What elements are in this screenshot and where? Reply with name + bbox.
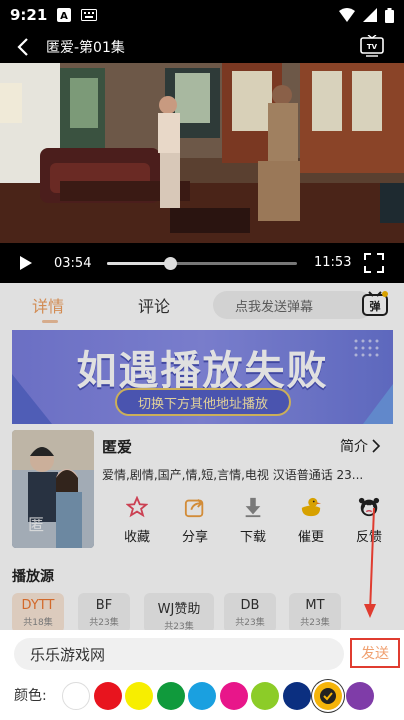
download-button[interactable]: 下载 [224,494,282,550]
source-name: MT [305,598,325,613]
video-frame[interactable] [0,63,404,243]
source-tab-dytt[interactable]: DYTT 共18集 [12,593,64,633]
play-button[interactable] [6,243,46,283]
source-count: 共18集 [23,618,53,628]
favorite-label: 收藏 [123,530,150,545]
tv-cast-icon[interactable]: TV [360,35,384,57]
color-swatch[interactable] [188,682,216,710]
color-swatch[interactable] [93,682,122,710]
duck-icon [301,497,322,517]
source-name: DYTT [21,598,55,613]
show-title: 匿爱 [102,438,133,456]
color-swatch[interactable] [345,682,374,710]
color-swatch[interactable] [251,682,279,710]
danmu-badge: 弹 [370,299,381,313]
show-info: 匿 匿爱 简介 爱情,剧情,国产,情,短,言情,电视 汉语普通话 23... 收… [12,430,393,550]
danmu-send-field[interactable]: 点我发送弹幕 [213,291,373,319]
feedback-button[interactable]: 反馈 [340,494,398,550]
urge-update-button[interactable]: 催更 [282,494,340,550]
share-button[interactable]: 分享 [166,494,224,550]
urge-update-label: 催更 [297,530,324,545]
svg-text:A: A [60,11,68,22]
source-tab-wj[interactable]: WJ赞助 共23集 [144,593,214,633]
keyboard-icon [81,9,98,21]
star-icon [126,496,148,518]
svg-text:匿: 匿 [28,515,44,534]
favorite-button[interactable]: 收藏 [108,494,166,550]
status-bar: 9:21 A [0,0,404,30]
source-name: WJ赞助 [157,602,201,617]
download-label: 下载 [239,530,266,545]
intro-link[interactable]: 简介 [340,436,381,456]
battery-icon [385,7,394,23]
intro-label: 简介 [340,439,368,455]
send-button[interactable]: 发送 [350,638,400,668]
danmu-toggle-icon[interactable]: 弹 [360,289,390,319]
duration: 11:53 [314,255,352,270]
source-list: DYTT 共18集 BF 共23集 WJ赞助 共23集 DB 共23集 MT 共… [12,593,404,633]
danmu-placeholder: 点我发送弹幕 [235,299,314,315]
color-swatch[interactable] [62,682,90,710]
color-swatch[interactable] [125,682,153,710]
player-title-bar: 匿爱-第01集 TV [0,30,404,63]
back-button[interactable] [0,30,46,63]
source-count: 共23集 [89,618,119,628]
notification-a-icon: A [57,8,72,22]
player-controls: 03:54 11:53 [0,243,404,283]
play-icon [20,256,32,270]
current-time: 03:54 [54,255,92,271]
tab-comments[interactable]: 评论 [138,293,170,317]
color-swatch[interactable] [282,682,311,710]
signal-icon [363,8,377,22]
video-scene-image [0,63,404,243]
episode-title: 匿爱-第01集 [46,39,125,56]
source-tab-bf[interactable]: BF 共23集 [78,593,130,633]
danmu-composer: 发送 颜色: [0,630,404,720]
download-icon [245,497,261,518]
color-swatch[interactable] [314,682,342,710]
color-swatch[interactable] [156,682,185,710]
source-count: 共23集 [300,618,330,628]
fullscreen-icon[interactable] [364,253,384,273]
seek-handle[interactable] [163,257,177,270]
poster-image: 匿 [12,430,94,548]
tab-indicator [42,320,58,323]
detail-tabs: 详情 评论 点我发送弹幕 弹 [0,283,404,325]
check-icon [320,688,336,704]
source-count: 共23集 [235,618,265,628]
seek-bar[interactable] [107,257,297,270]
show-poster[interactable]: 匿 [12,430,94,548]
source-tab-db[interactable]: DB 共23集 [224,593,276,633]
status-time: 9:21 [10,6,48,24]
share-label: 分享 [181,530,208,545]
feedback-label: 反馈 [355,530,382,545]
wifi-icon [339,8,355,22]
show-tags: 爱情,剧情,国产,情,短,言情,电视 汉语普通话 23... [102,468,364,482]
color-swatch[interactable] [219,682,248,710]
chevron-left-icon [17,37,28,56]
action-row: 收藏 分享 下载 催更 反馈 [108,494,398,550]
color-label: 颜色: [14,688,47,704]
sources-title: 播放源 [12,569,54,585]
tab-details[interactable]: 详情 [32,293,64,317]
chevron-right-icon [372,439,381,453]
source-name: DB [240,598,260,613]
notice-banner[interactable]: 如遇播放失败 切换下方其他地址播放 [12,330,393,424]
seek-bar-fill [107,262,170,265]
source-tab-mt[interactable]: MT 共23集 [289,593,341,633]
banner-switch-source[interactable]: 切换下方其他地址播放 [115,388,291,416]
feedback-icon [358,497,380,517]
danmu-text-input[interactable] [14,638,344,670]
svg-text:TV: TV [367,43,378,51]
share-icon [184,499,204,518]
source-name: BF [95,598,113,613]
